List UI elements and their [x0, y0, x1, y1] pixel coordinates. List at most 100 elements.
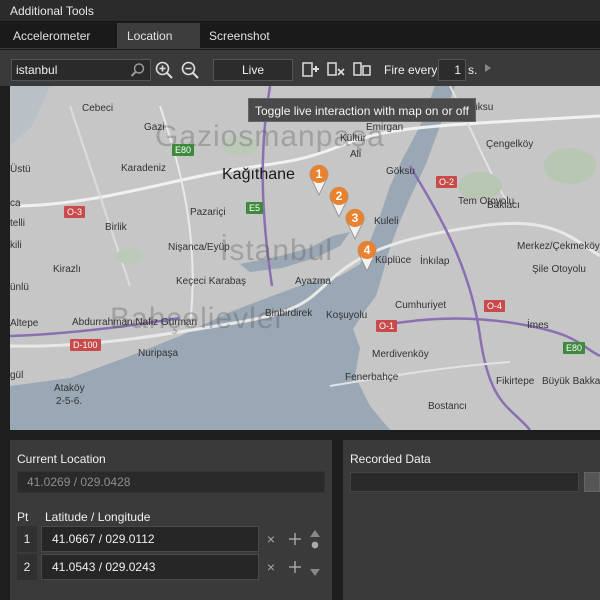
map-label: Kültür — [340, 133, 367, 144]
map-label: Büyük Bakkalköy — [542, 376, 600, 387]
map-label: Binbirdirek — [265, 308, 313, 319]
map-district-watermark: İstanbul — [220, 234, 334, 267]
map-label: Fenerbahçe — [345, 372, 399, 383]
map-label: Kağıthane — [222, 166, 295, 183]
map-label: Göksu — [386, 166, 415, 177]
play-icon[interactable] — [484, 63, 492, 73]
map-label: Merkez/Çekmeköy — [517, 241, 600, 252]
recorded-data-browse-button[interactable] — [584, 472, 600, 492]
route-icon[interactable] — [352, 60, 372, 80]
map-label: Küplüce — [375, 255, 412, 266]
map-label: Ayazma — [295, 276, 331, 287]
road-sign: E5 — [246, 202, 264, 214]
point-latlon-field[interactable]: 41.0667 / 029.0112 — [41, 526, 259, 552]
recorded-data-title: Recorded Data — [350, 452, 431, 466]
map-label: Karadeniz — [121, 163, 167, 174]
location-panel: Current Location 41.0269 / 029.0428 Pt L… — [10, 440, 332, 600]
tab-bar: Accelerometer Location Screenshot — [0, 23, 600, 49]
map-label: Cebeci — [82, 103, 114, 114]
map-toolbar: Live Fire every 1 s. — [0, 50, 600, 86]
point-latlon-field[interactable]: 41.0543 / 029.0243 — [41, 554, 259, 580]
scroll-up-icon[interactable] — [309, 528, 321, 538]
move-point-icon[interactable] — [288, 560, 302, 574]
map-label: Ali — [350, 149, 362, 160]
road-sign: O-3 — [64, 206, 86, 218]
current-location-title: Current Location — [17, 452, 106, 466]
map-label: Birlik — [105, 222, 127, 233]
map-label: Emirgan — [366, 122, 404, 133]
pt-column-header: Pt — [17, 510, 29, 524]
map-label: Altepe — [10, 318, 39, 329]
map-label: Ataköy — [54, 383, 85, 394]
scroll-thumb-icon[interactable] — [309, 540, 321, 550]
map-pin-4[interactable]: 4 — [356, 240, 378, 272]
search-box — [11, 59, 151, 81]
map-label: gül — [10, 370, 24, 381]
pin-number: 2 — [335, 189, 343, 203]
search-input[interactable] — [16, 62, 126, 78]
road-sign: O-1 — [376, 320, 398, 332]
fire-interval-input[interactable]: 1 — [438, 59, 466, 81]
map-label: Nişanca/Eyüp — [168, 242, 230, 253]
map-label: ca — [10, 198, 21, 209]
point-number: 2 — [17, 554, 37, 580]
map-label: telli — [10, 218, 26, 229]
fire-every-label: Fire every — [384, 63, 438, 77]
map-label: Abdurrahman Nafiz Gürman — [72, 317, 198, 328]
map-label: Cumhuriyet — [395, 300, 447, 311]
map-label: Üstü — [10, 164, 31, 175]
pin-number: 4 — [363, 243, 371, 257]
panel-gap — [0, 430, 600, 440]
window-title: Additional Tools — [10, 4, 94, 18]
map-label: ünlü — [10, 282, 29, 293]
map-pin-1[interactable]: 1 — [308, 164, 330, 196]
map-label: Kirazlı — [53, 264, 81, 275]
map-label: Çengelköy — [486, 139, 534, 150]
map-label: kili — [10, 240, 22, 251]
road-sign: O-2 — [436, 176, 458, 188]
map-label: Merdivenköy — [372, 349, 429, 360]
road-sign: O-4 — [484, 300, 506, 312]
tab-screenshot[interactable]: Screenshot — [199, 23, 280, 49]
scroll-down-icon[interactable] — [309, 568, 321, 578]
add-pin-icon[interactable] — [300, 60, 320, 80]
live-toggle-button[interactable]: Live — [213, 59, 293, 81]
map-label: İmes — [527, 320, 549, 331]
map-label: Tem Otoyolu — [458, 196, 515, 207]
road-sign: E80 — [563, 342, 586, 354]
pin-number: 1 — [315, 167, 323, 181]
live-tooltip: Toggle live interaction with map on or o… — [248, 98, 476, 122]
title-bar: Additional Tools — [0, 0, 600, 22]
remove-point-icon[interactable]: × — [264, 560, 278, 574]
recorded-data-panel: Recorded Data — [343, 440, 600, 600]
road-sign: E80 — [172, 144, 195, 156]
clear-pins-icon[interactable] — [326, 60, 346, 80]
zoom-out-icon[interactable] — [180, 60, 200, 80]
map-label: Gazi — [144, 122, 165, 133]
map-label: Nuripaşa — [138, 348, 179, 359]
move-point-icon[interactable] — [288, 532, 302, 546]
map-label: Bostancı — [428, 401, 467, 412]
map-label: Pazariçi — [190, 207, 226, 218]
map-label: İnkılap — [420, 256, 450, 267]
map-label: 2-5-6. — [56, 396, 83, 407]
search-icon[interactable] — [130, 62, 146, 78]
map-label: Kuleli — [374, 216, 399, 227]
point-number: 1 — [17, 526, 37, 552]
map-pin-3[interactable]: 3 — [344, 208, 366, 240]
remove-point-icon[interactable]: × — [264, 532, 278, 546]
map-label: Koşuyolu — [326, 310, 368, 321]
recorded-data-field[interactable] — [350, 472, 579, 492]
map-label: Fikirtepe — [496, 376, 535, 387]
map-label: Şile Otoyolu — [532, 264, 586, 275]
tab-location[interactable]: Location — [117, 23, 200, 49]
road-sign: D-100 — [70, 339, 101, 351]
current-location-value: 41.0269 / 029.0428 — [17, 471, 325, 493]
map-label: Keçeci Karabaş — [176, 276, 247, 287]
zoom-in-icon[interactable] — [154, 60, 174, 80]
latlon-column-header: Latitude / Longitude — [45, 510, 151, 524]
map-view[interactable]: Gaziosmanpaşa İstanbul Bahçelievler Cebe… — [10, 86, 600, 430]
pin-number: 3 — [351, 211, 359, 225]
fire-unit-label: s. — [468, 63, 478, 77]
tab-accelerometer[interactable]: Accelerometer — [3, 23, 100, 49]
